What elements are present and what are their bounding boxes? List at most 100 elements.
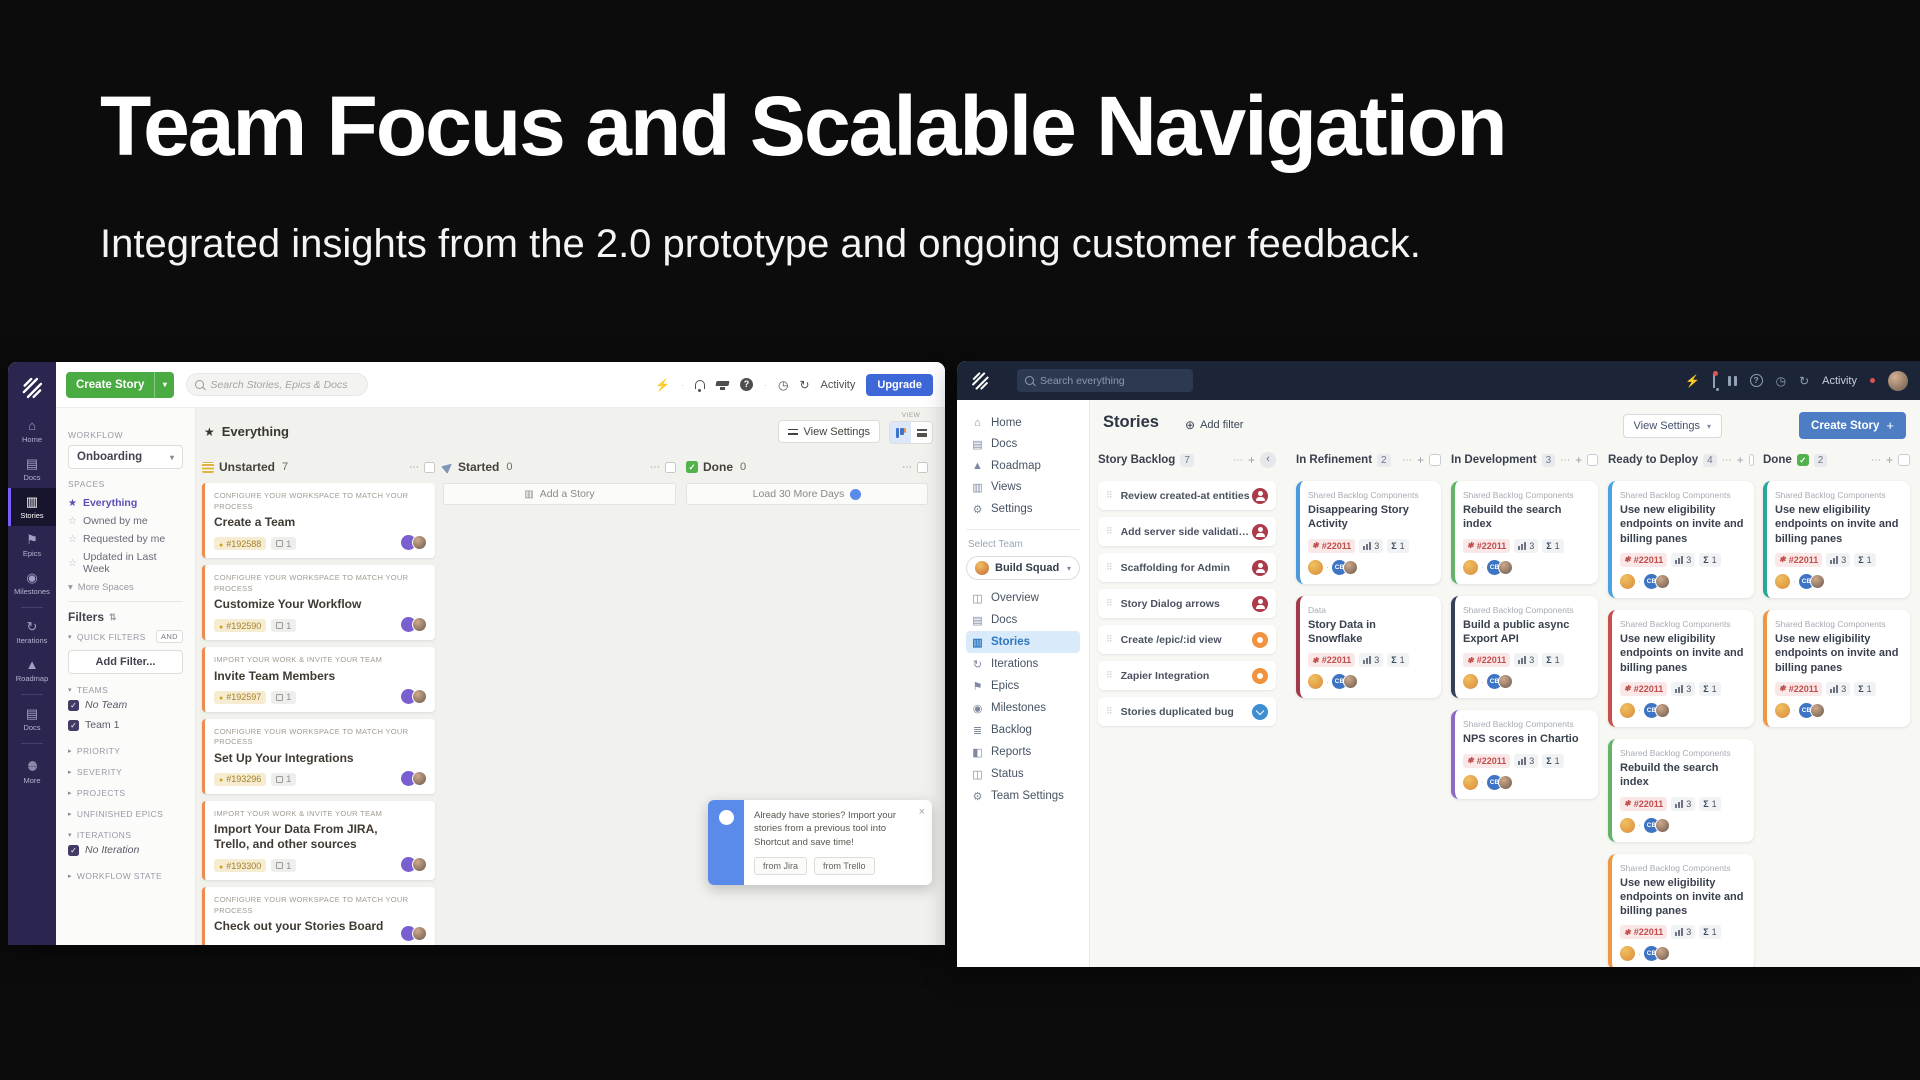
column-menu-icon[interactable] — [1560, 455, 1570, 466]
view-settings-button[interactable]: View Settings — [778, 420, 880, 443]
checkbox-checked[interactable] — [68, 720, 79, 731]
column-menu-icon[interactable] — [1402, 455, 1412, 466]
rail-item-epics[interactable]: Epics — [8, 526, 56, 564]
checkbox-checked[interactable] — [68, 845, 79, 856]
rail-item-iterations[interactable]: Iterations — [8, 613, 56, 651]
column-menu-icon[interactable] — [1871, 455, 1881, 466]
column-select-checkbox[interactable] — [917, 462, 928, 473]
column-select-checkbox[interactable] — [1749, 454, 1754, 466]
history-icon[interactable] — [778, 378, 788, 392]
activity-label[interactable]: Activity — [821, 379, 856, 391]
notifications-icon[interactable] — [1713, 374, 1715, 388]
filter-group[interactable]: PRIORITY — [68, 746, 183, 756]
sidebar-item-team-settings[interactable]: Team Settings — [966, 785, 1080, 807]
backlog-row[interactable]: Add server side validation... — [1098, 517, 1276, 546]
global-search-input[interactable] — [1040, 375, 1185, 387]
activity-label[interactable]: Activity — [1822, 375, 1857, 387]
load-more-days-button[interactable]: Load 30 More Days — [686, 483, 928, 505]
sidebar-item-iterations[interactable]: Iterations — [966, 653, 1080, 675]
rail-item-stories[interactable]: Stories — [8, 488, 56, 526]
sidebar-item-team-docs[interactable]: Docs — [966, 609, 1080, 631]
filter-group[interactable]: SEVERITY — [68, 767, 183, 777]
sidebar-item-overview[interactable]: Overview — [966, 587, 1080, 609]
close-icon[interactable] — [919, 806, 925, 818]
backlog-row[interactable]: Review created-at entities — [1098, 481, 1276, 510]
sidebar-item-home[interactable]: Home — [966, 412, 1080, 433]
activity-icon[interactable] — [1799, 374, 1809, 388]
add-story-icon[interactable] — [1737, 453, 1744, 467]
shortcut-logo[interactable] — [18, 374, 46, 402]
import-source-button[interactable]: from Trello — [814, 857, 875, 875]
iterations-group[interactable]: ITERATIONS — [68, 830, 183, 840]
sidebar-item-backlog[interactable]: Backlog — [966, 719, 1080, 741]
help-icon[interactable] — [740, 378, 753, 391]
story-card[interactable]: Shared Backlog Components NPS scores in … — [1451, 710, 1598, 798]
add-filter-button[interactable]: Add filter — [1185, 418, 1243, 432]
workflow-dropdown[interactable]: Onboarding — [68, 445, 183, 469]
backlog-row[interactable]: Create /epic/:id view — [1098, 625, 1276, 654]
and-toggle[interactable]: AND — [156, 630, 183, 643]
space-item[interactable]: Updated in Last Week — [68, 548, 183, 578]
backlog-row[interactable]: Story Dialog arrows — [1098, 589, 1276, 618]
sidebar-item-milestones[interactable]: Milestones — [966, 697, 1080, 719]
sidebar-item-views[interactable]: Views — [966, 476, 1080, 498]
drag-handle-icon[interactable] — [1106, 490, 1113, 501]
column-select-checkbox[interactable] — [1429, 454, 1441, 466]
column-menu-icon[interactable] — [902, 462, 912, 473]
history-icon[interactable] — [1776, 374, 1786, 388]
list-view-toggle[interactable] — [911, 422, 932, 443]
collapse-column-button[interactable] — [1260, 452, 1276, 468]
column-menu-icon[interactable] — [1233, 455, 1243, 466]
story-card[interactable]: CONFIGURE YOUR WORKSPACE TO MATCH YOUR P… — [202, 887, 435, 945]
help-icon[interactable] — [1750, 374, 1763, 387]
rail-item-more[interactable]: More — [8, 749, 56, 791]
space-item[interactable]: Requested by me — [68, 530, 183, 548]
story-card[interactable]: Shared Backlog Components Use new eligib… — [1763, 481, 1910, 598]
kanban-view-toggle[interactable] — [890, 422, 911, 443]
notifications-icon[interactable] — [695, 380, 705, 389]
column-select-checkbox[interactable] — [665, 462, 676, 473]
search-bar[interactable] — [186, 373, 368, 396]
add-story-icon[interactable] — [1248, 453, 1255, 467]
drag-handle-icon[interactable] — [1106, 670, 1113, 681]
sidebar-item-status[interactable]: Status — [966, 763, 1080, 785]
rail-item-docs[interactable]: Docs — [8, 450, 56, 488]
add-story-button[interactable]: Add a Story — [443, 483, 676, 505]
filter-group[interactable]: UNFINISHED EPICS — [68, 809, 183, 819]
add-story-icon[interactable] — [1886, 453, 1893, 467]
drag-handle-icon[interactable] — [1106, 562, 1113, 573]
global-search[interactable] — [1017, 369, 1193, 392]
story-card[interactable]: Shared Backlog Components Disappearing S… — [1296, 481, 1441, 584]
story-card[interactable]: Shared Backlog Components Rebuild the se… — [1451, 481, 1598, 584]
sidebar-item-roadmap[interactable]: Roadmap — [966, 455, 1080, 476]
user-avatar[interactable] — [1888, 371, 1908, 391]
sidebar-item-epics[interactable]: Epics — [966, 675, 1080, 697]
checkbox-checked[interactable] — [68, 700, 79, 711]
backlog-row[interactable]: Zapier Integration — [1098, 661, 1276, 690]
rail-item-milestones[interactable]: Milestones — [8, 564, 56, 602]
drag-handle-icon[interactable] — [1106, 526, 1113, 537]
columns-icon[interactable] — [1728, 376, 1737, 386]
activity-icon[interactable] — [799, 378, 809, 392]
quick-filters-group[interactable]: QUICK FILTERS AND — [68, 630, 183, 643]
space-item[interactable]: Everything — [68, 494, 183, 512]
column-menu-icon[interactable] — [1722, 455, 1732, 466]
create-story-caret[interactable] — [154, 372, 174, 398]
backlog-row[interactable]: Stories duplicated bug — [1098, 697, 1276, 726]
learn-icon[interactable] — [716, 381, 729, 388]
story-card[interactable]: IMPORT YOUR WORK & INVITE YOUR TEAM Invi… — [202, 647, 435, 712]
workflow-state-group[interactable]: WORKFLOW STATE — [68, 871, 183, 881]
team-filter-item[interactable]: No Team — [68, 695, 183, 715]
column-select-checkbox[interactable] — [1587, 454, 1598, 466]
story-card[interactable]: Shared Backlog Components Use new eligib… — [1763, 610, 1910, 727]
no-iteration-filter[interactable]: No Iteration — [68, 840, 183, 860]
rail-item-home[interactable]: Home — [8, 412, 56, 450]
filter-group[interactable]: PROJECTS — [68, 788, 183, 798]
create-story-button[interactable]: Create Story — [66, 372, 174, 398]
sidebar-item-settings[interactable]: Settings — [966, 498, 1080, 520]
sort-icon[interactable] — [109, 612, 117, 623]
sidebar-item-reports[interactable]: Reports — [966, 741, 1080, 763]
teams-group[interactable]: TEAMS — [68, 685, 183, 695]
story-card[interactable]: CONFIGURE YOUR WORKSPACE TO MATCH YOUR P… — [202, 483, 435, 558]
story-card[interactable]: Shared Backlog Components Use new eligib… — [1608, 481, 1754, 598]
